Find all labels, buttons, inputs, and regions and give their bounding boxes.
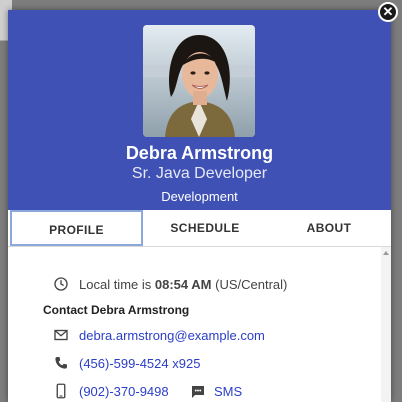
mobile-link[interactable]: (902)-370-9498 bbox=[79, 384, 169, 399]
email-link[interactable]: debra.armstrong@example.com bbox=[79, 328, 265, 343]
tab-profile[interactable]: PROFILE bbox=[10, 210, 143, 246]
local-time-value: 08:54 AM bbox=[154, 277, 212, 292]
local-time-text: Local time is 08:54 AM (US/Central) bbox=[79, 277, 287, 292]
clock-icon bbox=[54, 277, 68, 291]
contact-heading-row: Contact Debra Armstrong bbox=[43, 302, 363, 324]
sms-icon[interactable] bbox=[189, 383, 207, 401]
profile-name: Debra Armstrong bbox=[125, 143, 274, 163]
mobile-row: (902)-370-9498 SMS bbox=[52, 382, 372, 402]
sms-link[interactable]: SMS bbox=[214, 384, 242, 399]
profile-header: Debra Armstrong Sr. Java Developer Devel… bbox=[8, 10, 391, 210]
contact-heading: Contact Debra Armstrong bbox=[43, 303, 190, 317]
email-row: debra.armstrong@example.com bbox=[52, 326, 372, 348]
close-button[interactable]: ✕ bbox=[378, 2, 398, 22]
local-time-prefix: Local time is bbox=[79, 277, 152, 292]
profile-department: Development bbox=[161, 189, 238, 204]
profile-job-title: Sr. Java Developer bbox=[131, 165, 268, 182]
scroll-up-arrow-icon[interactable] bbox=[383, 251, 389, 255]
profile-photo bbox=[143, 25, 255, 137]
tab-bar: PROFILE SCHEDULE ABOUT bbox=[8, 210, 391, 247]
envelope-icon bbox=[54, 329, 68, 341]
content-scrollbar[interactable] bbox=[381, 247, 391, 402]
local-time-zone: (US/Central) bbox=[215, 277, 288, 292]
phone-icon bbox=[55, 357, 67, 369]
tab-schedule[interactable]: SCHEDULE bbox=[143, 210, 267, 246]
contact-card-popup: Debra Armstrong Sr. Java Developer Devel… bbox=[8, 10, 391, 402]
local-time-row: Local time is 08:54 AM (US/Central) bbox=[52, 275, 372, 297]
tab-about[interactable]: ABOUT bbox=[267, 210, 391, 246]
mobile-phone-icon bbox=[56, 383, 66, 399]
phone-link[interactable]: (456)-599-4524 x925 bbox=[79, 356, 200, 371]
profile-tab-content: Local time is 08:54 AM (US/Central) Cont… bbox=[8, 247, 391, 402]
close-icon: ✕ bbox=[382, 4, 394, 19]
phone-row: (456)-599-4524 x925 bbox=[52, 354, 372, 376]
